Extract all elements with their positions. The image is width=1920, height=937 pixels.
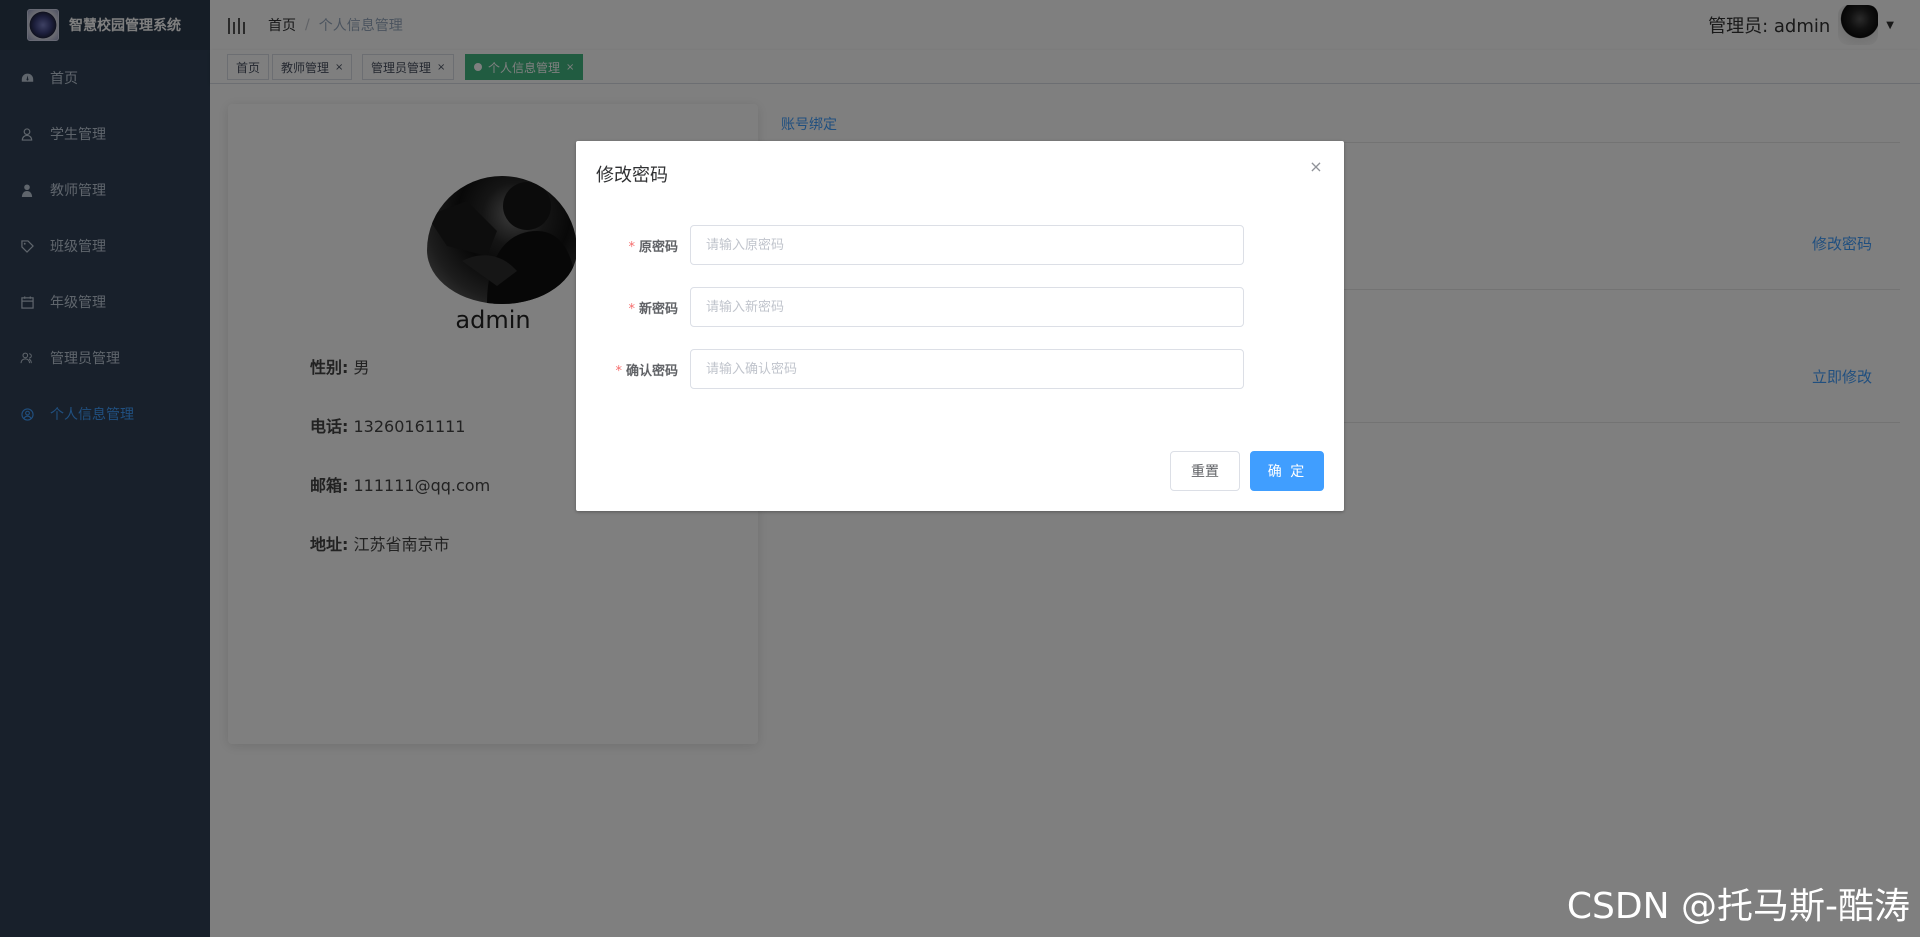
confirm-button[interactable]: 确 定 <box>1250 451 1324 491</box>
old-password-label: * 原密码 <box>628 239 678 255</box>
form-item-old-password: * 原密码 <box>576 225 1344 265</box>
new-password-label: * 新密码 <box>628 301 678 317</box>
confirm-password-input[interactable] <box>690 349 1244 389</box>
required-mark: * <box>628 301 635 317</box>
form-item-new-password: * 新密码 <box>576 287 1344 327</box>
change-password-dialog: 修改密码 × * 原密码 * 新密码 * 确认密码 重置 确 定 <box>576 141 1344 511</box>
required-mark: * <box>628 239 635 255</box>
watermark-text: CSDN @托马斯-酷涛 <box>1566 886 1910 927</box>
new-password-input[interactable] <box>690 287 1244 327</box>
form-item-confirm-password: * 确认密码 <box>576 349 1344 389</box>
close-icon[interactable]: × <box>1308 159 1324 175</box>
confirm-password-label: * 确认密码 <box>615 363 678 379</box>
dialog-title: 修改密码 <box>596 165 668 186</box>
required-mark: * <box>615 363 622 379</box>
old-password-input[interactable] <box>690 225 1244 265</box>
reset-button[interactable]: 重置 <box>1170 451 1240 491</box>
